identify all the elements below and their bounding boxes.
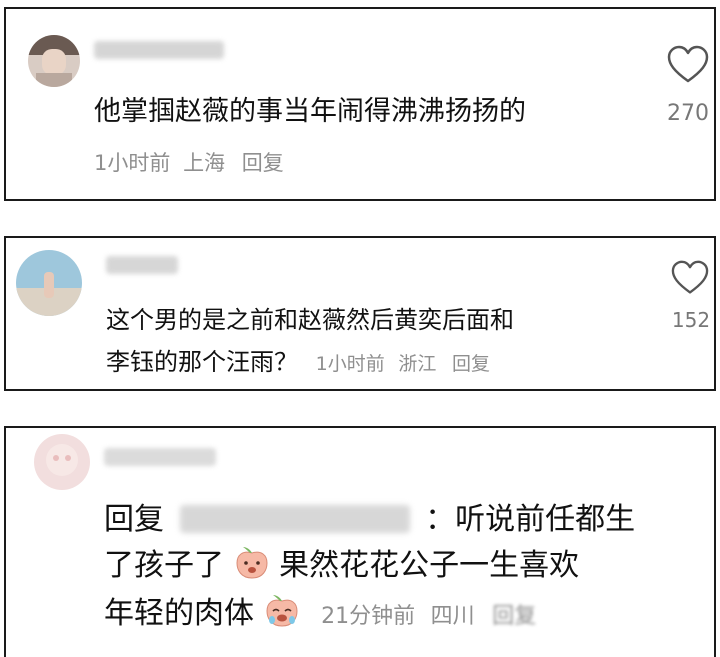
peach-face-emoji-icon (236, 547, 268, 579)
avatar-image (16, 250, 82, 316)
comment-location: 上海 (183, 151, 226, 175)
comment-text: ：听说前任都生 (425, 502, 636, 537)
heart-outline-icon[interactable] (666, 45, 710, 85)
reply-line2: 了孩子了 果然花花公子一生喜欢 (104, 540, 579, 584)
comment-location: 浙江 (398, 353, 437, 375)
comment-text: 了孩子了 (104, 548, 224, 583)
heart-outline-icon[interactable] (670, 260, 710, 296)
username-blurred[interactable] (104, 448, 216, 466)
reply-button[interactable]: 回复 (452, 353, 490, 375)
comment-time: 21分钟前 (321, 604, 416, 629)
username-blurred[interactable] (106, 256, 178, 274)
comment-text-line2: 李钰的那个汪雨？ 1小时前 浙江 回复 (106, 342, 490, 377)
reply-button[interactable]: 回复 (492, 604, 536, 629)
comment-card: 这个男的是之前和赵薇然后黄奕后面和 李钰的那个汪雨？ 1小时前 浙江 回复 15… (4, 236, 716, 391)
comment-time: 1小时前 (94, 151, 171, 175)
comment-card: 他掌掴赵薇的事当年闹得沸沸扬扬的 1小时前 上海 回复 270 (4, 7, 716, 201)
reply-button[interactable]: 回复 (242, 151, 284, 175)
reply-prefix: 回复 (104, 502, 164, 537)
avatar-image (34, 434, 90, 490)
reply-line3: 年轻的肉体 21分钟前 四川 回复 (104, 588, 536, 632)
user-avatar[interactable] (34, 434, 90, 490)
comment-meta: 1小时前 上海 回复 (94, 147, 284, 177)
comment-text: 他掌掴赵薇的事当年闹得沸沸扬扬的 (94, 96, 526, 127)
comment-text: 年轻的肉体 (104, 596, 254, 631)
username-blurred[interactable] (94, 41, 224, 59)
user-avatar[interactable] (16, 250, 82, 316)
comment-location: 四川 (430, 604, 475, 629)
comment-time: 1小时前 (315, 353, 385, 375)
reply-target-username-blurred[interactable] (179, 505, 410, 533)
comment-text-line1: 这个男的是之前和赵薇然后黄奕后面和 (106, 306, 514, 334)
user-avatar[interactable] (28, 35, 80, 87)
like-count: 152 (671, 308, 711, 332)
comment-card: 回复 ：听说前任都生 了孩子了 果然花花公子一生喜欢 年轻的肉体 21分钟前 四… (4, 426, 716, 657)
comment-text: 李钰的那个汪雨？ (106, 348, 298, 376)
comment-text: 果然花花公子一生喜欢 (279, 548, 580, 583)
peach-face-emoji-icon (266, 595, 298, 627)
reply-line1: 回复 ：听说前任都生 (104, 494, 635, 538)
like-count: 270 (667, 101, 709, 126)
avatar-image (28, 35, 80, 87)
